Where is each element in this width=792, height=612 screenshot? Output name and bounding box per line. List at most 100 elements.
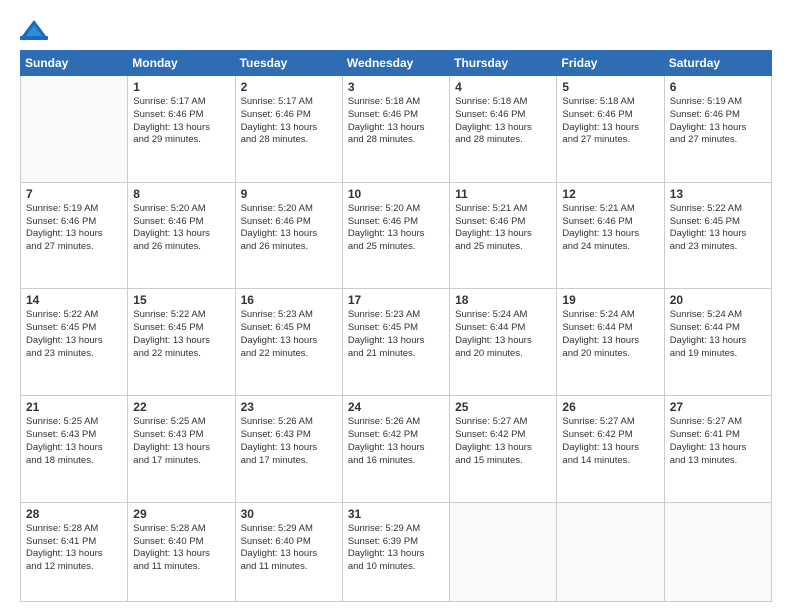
day-number: 28: [26, 507, 122, 521]
calendar-cell: 6 Sunrise: 5:19 AM Sunset: 6:46 PM Daylig…: [664, 76, 771, 183]
day-number: 1: [133, 80, 229, 94]
week-row-2: 7 Sunrise: 5:19 AM Sunset: 6:46 PM Daylig…: [21, 182, 772, 289]
day-number: 18: [455, 293, 551, 307]
calendar-cell: 20 Sunrise: 5:24 AM Sunset: 6:44 PM Dayli…: [664, 289, 771, 396]
weekday-header-thursday: Thursday: [450, 51, 557, 76]
day-number: 31: [348, 507, 444, 521]
day-number: 24: [348, 400, 444, 414]
cell-info: Sunrise: 5:28 AM Sunset: 6:40 PM Dayligh…: [133, 523, 229, 574]
day-number: 6: [670, 80, 766, 94]
calendar-cell: 5 Sunrise: 5:18 AM Sunset: 6:46 PM Daylig…: [557, 76, 664, 183]
day-number: 29: [133, 507, 229, 521]
calendar-cell: [664, 502, 771, 601]
calendar-cell: [557, 502, 664, 601]
day-number: 2: [241, 80, 337, 94]
weekday-header-saturday: Saturday: [664, 51, 771, 76]
calendar-cell: 12Sunrise: 5:21 AM Sunset: 6:46 PM Dayli…: [557, 182, 664, 289]
calendar-cell: 16 Sunrise: 5:23 AM Sunset: 6:45 PM Dayli…: [235, 289, 342, 396]
calendar-cell: 8 Sunrise: 5:20 AM Sunset: 6:46 PM Daylig…: [128, 182, 235, 289]
cell-info: Sunrise: 5:22 AM Sunset: 6:45 PM Dayligh…: [26, 309, 122, 360]
day-number: 11: [455, 187, 551, 201]
cell-info: Sunrise: 5:23 AM Sunset: 6:45 PM Dayligh…: [348, 309, 444, 360]
week-row-1: 1 Sunrise: 5:17 AM Sunset: 6:46 PM Daylig…: [21, 76, 772, 183]
weekday-header-sunday: Sunday: [21, 51, 128, 76]
cell-info: Sunrise: 5:19 AM Sunset: 6:46 PM Dayligh…: [26, 203, 122, 254]
weekday-header-tuesday: Tuesday: [235, 51, 342, 76]
cell-info: Sunrise: 5:27 AM Sunset: 6:42 PM Dayligh…: [562, 416, 658, 467]
day-number: 25: [455, 400, 551, 414]
day-number: 23: [241, 400, 337, 414]
calendar-cell: 15 Sunrise: 5:22 AM Sunset: 6:45 PM Dayli…: [128, 289, 235, 396]
weekday-header-wednesday: Wednesday: [342, 51, 449, 76]
cell-info: Sunrise: 5:20 AM Sunset: 6:46 PM Dayligh…: [133, 203, 229, 254]
day-number: 9: [241, 187, 337, 201]
calendar-cell: 9 Sunrise: 5:20 AM Sunset: 6:46 PM Daylig…: [235, 182, 342, 289]
cell-info: Sunrise: 5:26 AM Sunset: 6:42 PM Dayligh…: [348, 416, 444, 467]
day-number: 20: [670, 293, 766, 307]
cell-info: Sunrise: 5:23 AM Sunset: 6:45 PM Dayligh…: [241, 309, 337, 360]
calendar-cell: 26Sunrise: 5:27 AM Sunset: 6:42 PM Dayli…: [557, 396, 664, 503]
cell-info: Sunrise: 5:24 AM Sunset: 6:44 PM Dayligh…: [562, 309, 658, 360]
day-number: 22: [133, 400, 229, 414]
day-number: 3: [348, 80, 444, 94]
cell-info: Sunrise: 5:17 AM Sunset: 6:46 PM Dayligh…: [133, 96, 229, 147]
day-number: 15: [133, 293, 229, 307]
day-number: 19: [562, 293, 658, 307]
day-number: 5: [562, 80, 658, 94]
week-row-4: 21Sunrise: 5:25 AM Sunset: 6:43 PM Dayli…: [21, 396, 772, 503]
cell-info: Sunrise: 5:20 AM Sunset: 6:46 PM Dayligh…: [241, 203, 337, 254]
week-row-5: 28 Sunrise: 5:28 AM Sunset: 6:41 PM Dayli…: [21, 502, 772, 601]
calendar-cell: 28 Sunrise: 5:28 AM Sunset: 6:41 PM Dayli…: [21, 502, 128, 601]
calendar-cell: 13 Sunrise: 5:22 AM Sunset: 6:45 PM Dayli…: [664, 182, 771, 289]
calendar-cell: 21Sunrise: 5:25 AM Sunset: 6:43 PM Dayli…: [21, 396, 128, 503]
calendar-cell: 3 Sunrise: 5:18 AM Sunset: 6:46 PM Daylig…: [342, 76, 449, 183]
calendar-cell: 23Sunrise: 5:26 AM Sunset: 6:43 PM Dayli…: [235, 396, 342, 503]
day-number: 10: [348, 187, 444, 201]
day-number: 16: [241, 293, 337, 307]
cell-info: Sunrise: 5:18 AM Sunset: 6:46 PM Dayligh…: [562, 96, 658, 147]
day-number: 17: [348, 293, 444, 307]
logo-icon: [20, 18, 48, 40]
day-number: 8: [133, 187, 229, 201]
calendar-cell: 4Sunrise: 5:18 AM Sunset: 6:46 PM Daylig…: [450, 76, 557, 183]
weekday-header-monday: Monday: [128, 51, 235, 76]
cell-info: Sunrise: 5:18 AM Sunset: 6:46 PM Dayligh…: [348, 96, 444, 147]
calendar-cell: 11 Sunrise: 5:21 AM Sunset: 6:46 PM Dayli…: [450, 182, 557, 289]
calendar-table: SundayMondayTuesdayWednesdayThursdayFrid…: [20, 50, 772, 602]
page: SundayMondayTuesdayWednesdayThursdayFrid…: [0, 0, 792, 612]
day-number: 27: [670, 400, 766, 414]
day-number: 13: [670, 187, 766, 201]
calendar-cell: [21, 76, 128, 183]
header: [20, 18, 772, 40]
cell-info: Sunrise: 5:27 AM Sunset: 6:42 PM Dayligh…: [455, 416, 551, 467]
cell-info: Sunrise: 5:24 AM Sunset: 6:44 PM Dayligh…: [670, 309, 766, 360]
calendar-cell: 14Sunrise: 5:22 AM Sunset: 6:45 PM Dayli…: [21, 289, 128, 396]
cell-info: Sunrise: 5:21 AM Sunset: 6:46 PM Dayligh…: [455, 203, 551, 254]
logo-area: [20, 18, 56, 40]
cell-info: Sunrise: 5:22 AM Sunset: 6:45 PM Dayligh…: [670, 203, 766, 254]
cell-info: Sunrise: 5:25 AM Sunset: 6:43 PM Dayligh…: [133, 416, 229, 467]
cell-info: Sunrise: 5:19 AM Sunset: 6:46 PM Dayligh…: [670, 96, 766, 147]
cell-info: Sunrise: 5:20 AM Sunset: 6:46 PM Dayligh…: [348, 203, 444, 254]
weekday-header-row: SundayMondayTuesdayWednesdayThursdayFrid…: [21, 51, 772, 76]
calendar-cell: 19 Sunrise: 5:24 AM Sunset: 6:44 PM Dayli…: [557, 289, 664, 396]
calendar-cell: 25 Sunrise: 5:27 AM Sunset: 6:42 PM Dayli…: [450, 396, 557, 503]
cell-info: Sunrise: 5:22 AM Sunset: 6:45 PM Dayligh…: [133, 309, 229, 360]
calendar-cell: [450, 502, 557, 601]
calendar-cell: 24 Sunrise: 5:26 AM Sunset: 6:42 PM Dayli…: [342, 396, 449, 503]
day-number: 12: [562, 187, 658, 201]
cell-info: Sunrise: 5:25 AM Sunset: 6:43 PM Dayligh…: [26, 416, 122, 467]
calendar-cell: 18Sunrise: 5:24 AM Sunset: 6:44 PM Dayli…: [450, 289, 557, 396]
day-number: 7: [26, 187, 122, 201]
cell-info: Sunrise: 5:28 AM Sunset: 6:41 PM Dayligh…: [26, 523, 122, 574]
calendar-cell: 22 Sunrise: 5:25 AM Sunset: 6:43 PM Dayli…: [128, 396, 235, 503]
week-row-3: 14Sunrise: 5:22 AM Sunset: 6:45 PM Dayli…: [21, 289, 772, 396]
calendar-cell: 17 Sunrise: 5:23 AM Sunset: 6:45 PM Dayli…: [342, 289, 449, 396]
logo: [20, 18, 56, 40]
calendar-cell: 7 Sunrise: 5:19 AM Sunset: 6:46 PM Daylig…: [21, 182, 128, 289]
calendar-cell: 30 Sunrise: 5:29 AM Sunset: 6:40 PM Dayli…: [235, 502, 342, 601]
day-number: 30: [241, 507, 337, 521]
calendar-cell: 31Sunrise: 5:29 AM Sunset: 6:39 PM Dayli…: [342, 502, 449, 601]
cell-info: Sunrise: 5:29 AM Sunset: 6:40 PM Dayligh…: [241, 523, 337, 574]
cell-info: Sunrise: 5:18 AM Sunset: 6:46 PM Dayligh…: [455, 96, 551, 147]
